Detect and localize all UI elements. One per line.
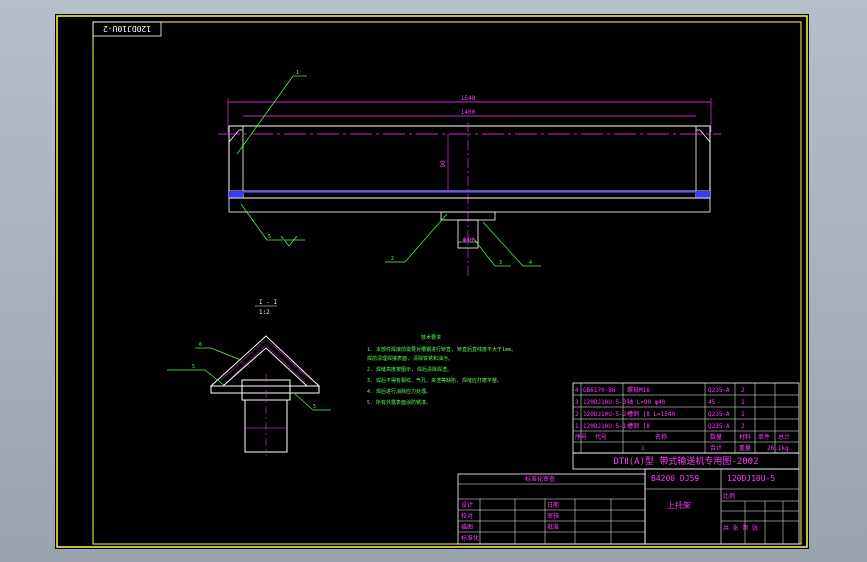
bom-r2-c1: 3 xyxy=(575,399,579,406)
dim-height-label: 90 xyxy=(440,160,447,168)
approval-title: 标准化审查 xyxy=(525,475,555,483)
note-1: 1. 本部件焊接前需要对槽钢进行矫直, 矫直后直线度不大于1mm。 xyxy=(367,346,516,353)
rev-r2-c1: 校对 xyxy=(461,512,473,520)
bom-r2-c6: 45 xyxy=(708,399,716,406)
bom-r3-c4: 槽钢 [8 L=1540 xyxy=(627,410,676,418)
callout-4: 4 xyxy=(529,260,532,266)
outer-frame xyxy=(56,15,808,548)
bom-r3-c5: 1 xyxy=(741,411,745,418)
left-foot xyxy=(229,191,243,198)
title-block: DTⅡ(A)型 带式输送机专用图-2002 B4200 DJ59 120DJ10… xyxy=(572,452,800,545)
rev-r3-c1: 描图 xyxy=(461,523,473,531)
rev-r3-c3: 批准 xyxy=(547,523,559,531)
bom-h-3: 名称 xyxy=(655,433,667,441)
drawing-code: 120DJ10U-5 xyxy=(727,474,775,483)
note-3: 3. 焊后不得有裂纹、气孔、夹渣等缺陷, 焊缝应打磨平整。 xyxy=(367,377,502,384)
note-1b: 焊前清理焊接表面, 清除铁锈和油污。 xyxy=(367,355,453,362)
bom-h-6: 单件 xyxy=(758,433,770,441)
rev-r4-c1: 标准化 xyxy=(461,534,479,542)
callout-2: 2 xyxy=(391,256,394,262)
note-2: 2. 焊缝高度按图示, 焊后清除焊渣。 xyxy=(367,366,452,373)
bom-r3-c6: Q235-A xyxy=(708,411,730,418)
right-foot xyxy=(696,191,710,198)
bom-r1-c4: 螺母M16 xyxy=(627,386,650,394)
note-5: 5. 所有外露表面涂防锈漆。 xyxy=(367,399,431,406)
bom-r1-c5: 2 xyxy=(741,387,745,394)
bom-h-2: 代号 xyxy=(595,433,607,441)
series-title: DTⅡ(A)型 带式输送机专用图-2002 xyxy=(613,455,758,467)
scale-label: 比例 xyxy=(723,492,735,500)
bom-r4-c1: 1 xyxy=(575,423,579,430)
bom-extra-2: 合计 xyxy=(710,444,722,452)
bom-r1-c6: Q235-A xyxy=(708,387,730,394)
bom-r4-c6: Q235-A xyxy=(708,423,730,430)
section-scale: 1:2 xyxy=(259,309,270,316)
section-callout-5a: 5 xyxy=(192,364,195,370)
rev-r2-c3: 审核 xyxy=(547,512,559,520)
dim-overall-label: 1540 xyxy=(461,95,476,102)
rev-r1-c3: 日期 xyxy=(547,501,559,509)
bom-r1-c1: 4 xyxy=(575,387,579,394)
channel-body xyxy=(228,125,711,199)
bom-r2-c5: 1 xyxy=(741,399,745,406)
drawing-canvas: 120DJ10U-2 1540 1400 90 Φ40 1 2 3 4 5 I … xyxy=(56,15,808,548)
cad-viewport[interactable]: 120DJ10U-2 1540 1400 90 Φ40 1 2 3 4 5 I … xyxy=(0,0,867,562)
notes-title: 技术要求 xyxy=(421,334,441,341)
bom-r3-c2: 120DJ10U-5-2 xyxy=(583,411,627,418)
section-label: I - I xyxy=(259,299,277,306)
rev-r1-c1: 设计 xyxy=(461,501,473,509)
dim-inner-label: 1400 xyxy=(461,109,476,116)
bom-h-7: 总计 xyxy=(778,433,790,441)
section-view xyxy=(209,335,321,456)
drawing-sheet[interactable]: 120DJ10U-2 1540 1400 90 Φ40 1 2 3 4 5 I … xyxy=(55,14,809,549)
bom-h-5: 材料 xyxy=(739,433,751,441)
callout-5: 5 xyxy=(268,234,271,240)
section-callout-5b: 5 xyxy=(313,404,316,410)
bom-r3-c1: 2 xyxy=(575,411,579,418)
section-callout-6: 6 xyxy=(199,342,202,348)
bom-h-1: 序号 xyxy=(575,433,587,441)
part-name: 上托架 xyxy=(667,500,691,510)
approval-block: 标准化审查 设计 日期 校对 审核 描图 批准 标准化 xyxy=(457,473,646,545)
bom-r4-c2: 120DJ10U-5-1 xyxy=(583,423,627,430)
bom-extra-3: 重量 xyxy=(739,444,751,452)
drawing-number-tag: 120DJ10U-2 xyxy=(103,24,151,33)
bom-r2-c2: 120DJ10U-5-3 xyxy=(583,399,627,406)
callout-1: 1 xyxy=(296,70,299,76)
sheet-label: 共 张 第 张 xyxy=(723,524,758,532)
callout-3: 3 xyxy=(499,260,502,266)
standard-code: B4200 DJ59 xyxy=(651,474,699,483)
bom-r2-c4: 轴 L=90 φ40 xyxy=(627,398,666,406)
bom-r4-c4: 槽钢 [8 xyxy=(627,422,650,430)
bom-r4-c5: 2 xyxy=(741,423,745,430)
note-4: 4. 焊后进行消除应力处理。 xyxy=(367,388,431,395)
bom-r1-c2: GB6170-86 xyxy=(583,387,616,394)
bom-extra-1: 1 xyxy=(641,445,645,452)
bom-total-weight: 26.1kg xyxy=(767,445,789,452)
bom-h-4: 数量 xyxy=(710,433,722,441)
technical-notes: 技术要求 1. 本部件焊接前需要对槽钢进行矫直, 矫直后直线度不大于1mm。 焊… xyxy=(367,334,516,406)
bom-table: 4 GB6170-86 螺母M16 Q235-A 2 3 120DJ10U-5-… xyxy=(572,382,800,454)
dim-shaft-label: Φ40 xyxy=(463,237,474,244)
